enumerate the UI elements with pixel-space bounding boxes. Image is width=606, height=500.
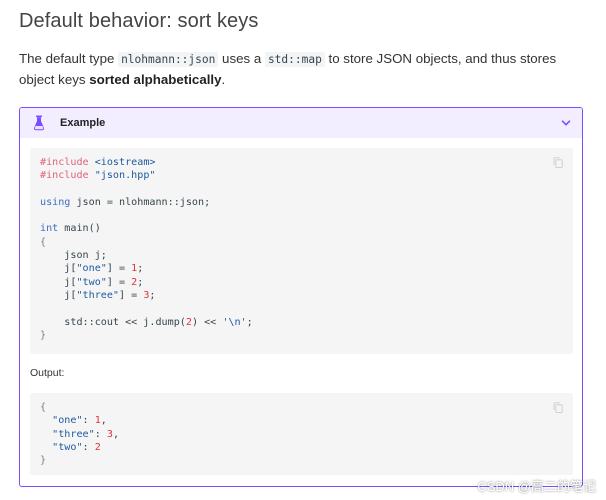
code-token: j[ [40, 276, 77, 288]
code-token: std::cout << j.dump( [40, 316, 186, 328]
output-token: 3 [106, 428, 113, 440]
code-token: 1 [131, 263, 138, 275]
code-token: "one" [76, 263, 107, 275]
code-token: json j; [40, 250, 107, 262]
code-token: "three" [76, 289, 120, 301]
output-label: Output: [30, 367, 65, 379]
copy-icon[interactable] [553, 402, 563, 413]
page-title: Default behavior: sort keys [19, 10, 259, 32]
flask-icon [33, 115, 45, 131]
watermark: CSDN @高二的笔记 [477, 479, 596, 494]
chevron-down-icon[interactable] [560, 117, 572, 129]
para-bold: sorted alphabetically [89, 72, 222, 87]
code-token: { [40, 236, 47, 248]
code-token: main() [58, 223, 101, 235]
output-block: { "one": 1, "three": 3, "two": 2 } [30, 393, 573, 475]
code-token: j[ [40, 289, 77, 301]
code-token: json = nlohmann::json; [70, 196, 211, 208]
admonition-header[interactable]: Example [20, 108, 582, 138]
output-content: { "one": 1, "three": 3, "two": 2 } [40, 402, 120, 467]
intro-paragraph: The default type nlohmann::json uses a s… [19, 49, 579, 90]
output-token: 1 [94, 415, 101, 427]
code-token: "json.hpp" [94, 170, 156, 182]
inline-code-json-type: nlohmann::json [118, 52, 219, 67]
output-token: "three" [52, 428, 95, 440]
code-content: #include <iostream> #include "json.hpp" … [40, 157, 253, 341]
code-token: #include [40, 170, 89, 182]
admonition-title: Example [60, 117, 106, 129]
code-token: #include [40, 157, 89, 168]
code-token: int [40, 223, 59, 235]
code-token: "two" [76, 276, 107, 288]
output-token: "two" [52, 441, 83, 453]
code-token: <iostream> [94, 157, 156, 168]
copy-icon[interactable] [553, 157, 563, 168]
code-token: } [40, 329, 47, 341]
code-token: 2 [131, 276, 138, 288]
code-token: j[ [40, 263, 77, 275]
code-token: using [40, 196, 71, 208]
code-token: '\n' [222, 316, 247, 328]
para-text: . [221, 72, 226, 87]
code-block: #include <iostream> #include "json.hpp" … [30, 148, 573, 354]
output-token: 2 [94, 441, 101, 453]
code-token: ) << [191, 316, 223, 328]
example-admonition: Example #include <iostream> #include "js… [19, 107, 583, 487]
para-text: uses a [218, 51, 265, 66]
inline-code-map-type: std::map [264, 52, 325, 67]
output-token: "one" [52, 415, 83, 427]
code-token: 3 [143, 289, 150, 301]
para-text: The default type [19, 51, 119, 66]
